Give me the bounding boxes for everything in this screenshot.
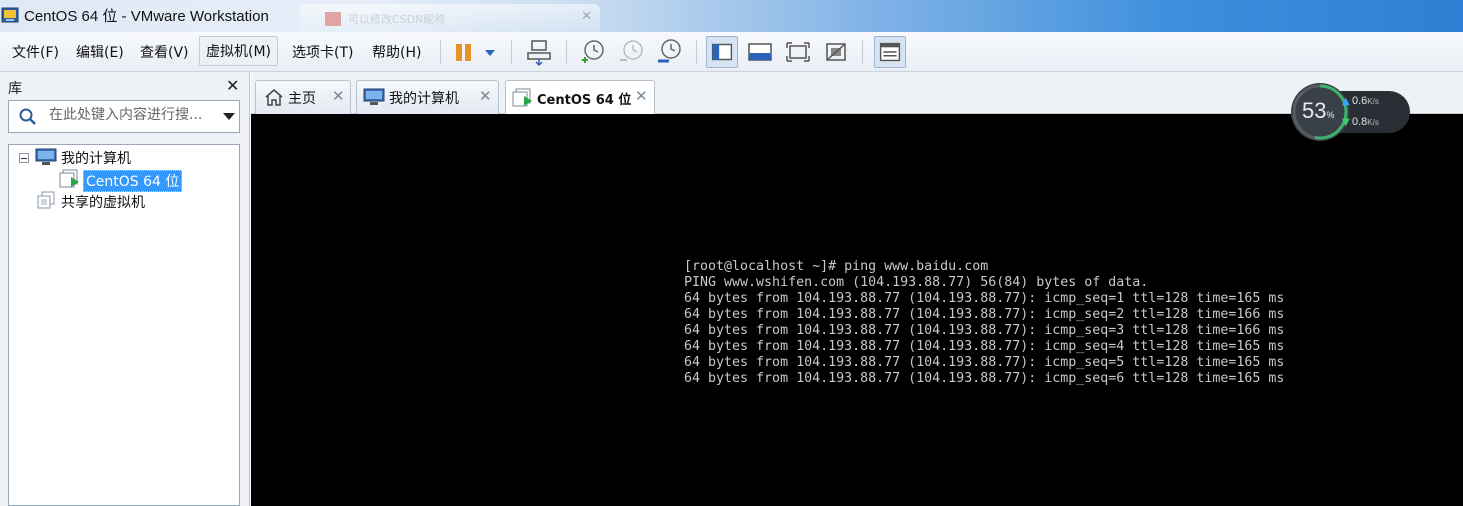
terminal-line: 64 bytes from 104.193.88.77 (104.193.88.… — [684, 291, 1285, 306]
search-icon — [19, 108, 36, 125]
rate-unit: K/s — [1367, 97, 1379, 106]
usage-percent-value: 53 — [1302, 98, 1327, 123]
upload-rate: 0.6K/s — [1352, 95, 1379, 107]
terminal-line: 64 bytes from 104.193.88.77 (104.193.88.… — [684, 355, 1285, 370]
fullscreen-icon[interactable] — [784, 36, 812, 68]
close-icon[interactable]: ✕ — [332, 87, 345, 105]
terminal-line: PING www.wshifen.com (104.193.88.77) 56(… — [684, 275, 1149, 290]
usage-percent-unit: % — [1326, 110, 1335, 120]
computer-icon — [35, 148, 57, 165]
tab-strip: 主页 ✕ 我的计算机 ✕ CentOS 64 位 ✕ — [251, 72, 1463, 115]
download-arrow-icon: ▼ — [1342, 117, 1350, 128]
toolbar-separator — [862, 40, 863, 64]
unity-icon[interactable] — [822, 36, 850, 68]
send-ctrl-alt-del-icon[interactable] — [526, 36, 552, 68]
download-rate: 0.8K/s — [1352, 116, 1379, 128]
tree-item-my-computer[interactable]: 我的计算机 — [61, 148, 131, 168]
toolbar-separator — [440, 40, 441, 64]
title-bar: CentOS 64 位 - VMware Workstation 可以修改CSD… — [0, 0, 1463, 32]
tab-centos-label: CentOS 64 位 — [537, 93, 632, 108]
terminal-line: 64 bytes from 104.193.88.77 (104.193.88.… — [684, 307, 1285, 322]
computer-icon — [363, 88, 385, 105]
upload-arrow-icon: ▲ — [1342, 96, 1350, 107]
collapse-icon[interactable] — [19, 153, 29, 163]
console-view-icon[interactable] — [745, 36, 775, 68]
search-input[interactable] — [49, 107, 219, 123]
terminal-line: 64 bytes from 104.193.88.77 (104.193.88.… — [684, 339, 1285, 354]
menu-help[interactable]: 帮助(H) — [372, 42, 421, 62]
snapshot-icon[interactable] — [578, 36, 606, 68]
tab-centos[interactable]: CentOS 64 位 ✕ — [505, 80, 655, 115]
library-title: 库 — [8, 81, 22, 97]
rate-unit: K/s — [1367, 118, 1379, 127]
tab-my-computer[interactable]: 我的计算机 ✕ — [356, 80, 499, 114]
library-view-icon[interactable] — [706, 36, 738, 68]
toolbar-separator — [566, 40, 567, 64]
vm-icon — [512, 88, 532, 107]
toolbar-separator — [511, 40, 512, 64]
menu-toolbar: 文件(F) 编辑(E) 查看(V) 虚拟机(M) 选项卡(T) 帮助(H) — [0, 32, 1463, 72]
library-panel: 库 ✕ 我的计算机 CentOS 64 位 共享的虚拟机 — [0, 72, 250, 506]
terminal-line: 64 bytes from 104.193.88.77 (104.193.88.… — [684, 371, 1285, 386]
terminal-line: 64 bytes from 104.193.88.77 (104.193.88.… — [684, 323, 1285, 338]
upload-rate-value: 0.6 — [1352, 95, 1368, 107]
background-browser-tab: 可以修改CSDN昵称 ✕ — [300, 4, 600, 32]
shared-vms-icon — [37, 191, 55, 209]
download-rate-value: 0.8 — [1352, 116, 1368, 128]
menu-view[interactable]: 查看(V) — [140, 42, 189, 62]
vm-console[interactable]: [root@localhost ~]# ping www.baidu.com PI… — [251, 114, 1463, 506]
menu-tabs[interactable]: 选项卡(T) — [292, 42, 353, 62]
snapshot-manager-icon[interactable] — [655, 36, 683, 68]
terminal-line: [root@localhost ~]# ping www.baidu.com — [684, 259, 989, 274]
tab-home-label: 主页 — [288, 91, 316, 107]
tab-home[interactable]: 主页 ✕ — [255, 80, 351, 114]
menu-edit[interactable]: 编辑(E) — [76, 42, 124, 62]
toolbar-separator — [696, 40, 697, 64]
library-tree: 我的计算机 CentOS 64 位 共享的虚拟机 — [8, 144, 240, 506]
home-icon — [265, 89, 283, 106]
background-tab-title: 可以修改CSDN昵称 — [348, 13, 446, 26]
menu-file[interactable]: 文件(F) — [12, 42, 59, 62]
vm-icon — [59, 169, 79, 188]
network-speed-widget[interactable]: 53% ▲ 0.6K/s ▼ 0.8K/s — [1290, 82, 1410, 142]
close-icon[interactable]: ✕ — [479, 87, 492, 105]
close-icon[interactable]: ✕ — [635, 87, 648, 105]
favicon-icon — [325, 12, 341, 26]
tree-item-shared-vms[interactable]: 共享的虚拟机 — [61, 192, 145, 212]
pause-icon[interactable] — [452, 36, 476, 68]
thumbnail-icon[interactable] — [874, 36, 906, 68]
tree-item-centos-selected[interactable]: CentOS 64 位 — [83, 170, 183, 192]
library-search[interactable] — [8, 100, 240, 133]
close-icon: ✕ — [581, 9, 592, 24]
dropdown-arrow-icon[interactable] — [482, 36, 498, 68]
menu-vm[interactable]: 虚拟机(M) — [199, 36, 279, 66]
vmware-app-icon — [1, 7, 19, 23]
tab-my-computer-label: 我的计算机 — [389, 91, 459, 107]
terminal-output: [root@localhost ~]# ping www.baidu.com PI… — [684, 259, 1284, 387]
window-title: CentOS 64 位 - VMware Workstation — [24, 8, 269, 25]
revert-snapshot-icon[interactable] — [617, 36, 645, 68]
close-icon[interactable]: ✕ — [226, 76, 239, 95]
chevron-down-icon[interactable] — [223, 113, 235, 120]
usage-percent: 53% — [1302, 98, 1335, 124]
